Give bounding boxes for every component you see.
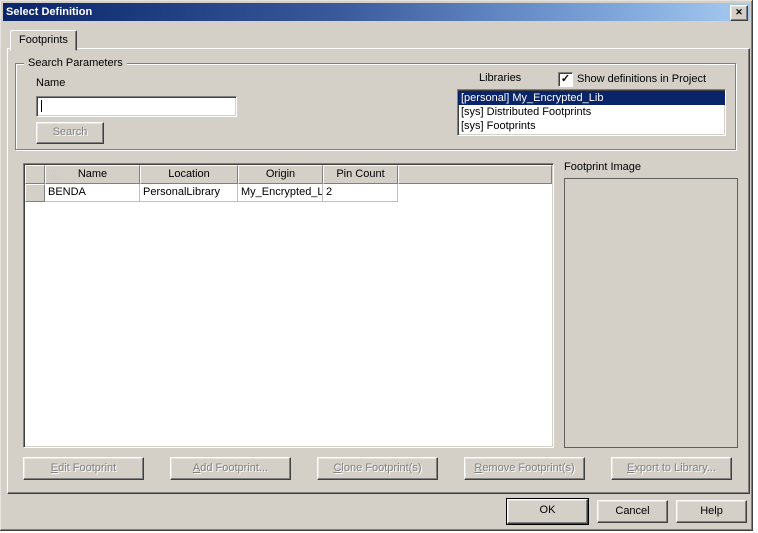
row-selector-cell[interactable] [25,184,45,202]
help-button-label: Help [700,505,723,517]
button-label: lone Footprint(s) [341,462,421,474]
text-caret [41,100,42,112]
search-button-label: Search [53,126,88,138]
definitions-table[interactable]: △ Name Location Origin Pin Count [23,163,554,448]
cell-name[interactable]: BENDA [45,184,140,202]
list-item[interactable]: [personal] My_Encrypted_Lib [458,91,725,105]
header-location[interactable]: Location [140,165,238,184]
remove-footprint-button[interactable]: Remove Footprint(s) [464,457,585,480]
header-filler-cell [398,165,552,184]
name-label: Name [36,77,65,89]
name-input[interactable] [36,96,237,117]
header-origin-label: Origin [266,168,295,180]
header-location-label: Location [168,168,210,180]
header-name-label: Name [78,168,107,180]
close-icon: ✕ [735,7,743,17]
ok-button[interactable]: OK [507,499,588,524]
cell-location[interactable]: PersonalLibrary [140,184,238,202]
footprint-image-preview [564,178,738,448]
export-to-library-button[interactable]: Export to Library... [611,457,732,480]
tab-footprints[interactable]: Footprints [10,30,77,51]
header-pin-count[interactable]: Pin Count [323,165,398,184]
header-name[interactable]: △ Name [45,165,140,184]
cancel-button[interactable]: Cancel [597,500,668,523]
table-row[interactable]: BENDA PersonalLibrary My_Encrypted_Lib 2 [25,184,552,202]
cell-pin-count[interactable]: 2 [323,184,398,202]
cancel-button-label: Cancel [615,505,649,517]
header-selector-cell[interactable] [25,165,45,184]
footprint-image-label: Footprint Image [564,161,641,173]
libraries-listbox[interactable]: [personal] My_Encrypted_Lib [sys] Distri… [457,89,726,136]
ok-button-label: OK [540,504,556,516]
add-footprint-button[interactable]: Add Footprint... [170,457,291,480]
group-label: Search Parameters [24,57,127,69]
button-label: dd Footprint... [200,462,268,474]
table-header-row: △ Name Location Origin Pin Count [25,165,552,184]
list-item[interactable]: [sys] Distributed Footprints [458,105,725,119]
list-item-label: [personal] My_Encrypted_Lib [461,92,603,104]
button-label: dit Footprint [58,462,116,474]
definitions-table-inner: △ Name Location Origin Pin Count [25,165,552,446]
cell-origin[interactable]: My_Encrypted_Lib [238,184,323,202]
search-button[interactable]: Search [36,122,104,144]
header-origin[interactable]: Origin [238,165,323,184]
edit-footprint-button[interactable]: Edit Footprint [23,457,144,480]
sort-triangle-icon: △ [50,168,58,183]
tab-label: Footprints [19,34,68,46]
libraries-label: Libraries [479,72,521,84]
show-definitions-label: Show definitions in Project [577,73,706,85]
button-label: xport to Library... [634,462,716,474]
checkmark-icon: ✓ [561,73,570,85]
select-definition-dialog: Select Definition ✕ Footprints Search Pa… [0,0,753,531]
show-definitions-checkbox[interactable]: ✓ [558,72,573,87]
help-button[interactable]: Help [676,500,747,523]
window-title: Select Definition [3,6,92,18]
close-button[interactable]: ✕ [730,5,748,21]
header-pin-count-label: Pin Count [336,168,384,180]
list-item-label: [sys] Footprints [461,120,536,132]
search-parameters-group: Search Parameters Name Search Libraries … [15,63,736,150]
list-item-label: [sys] Distributed Footprints [461,106,591,118]
clone-footprint-button[interactable]: Clone Footprint(s) [317,457,438,480]
footprints-tab-panel: Search Parameters Name Search Libraries … [7,48,750,494]
button-label: emove Footprint(s) [482,462,574,474]
list-item[interactable]: [sys] Footprints [458,119,725,133]
title-bar[interactable]: Select Definition ✕ [3,3,750,21]
